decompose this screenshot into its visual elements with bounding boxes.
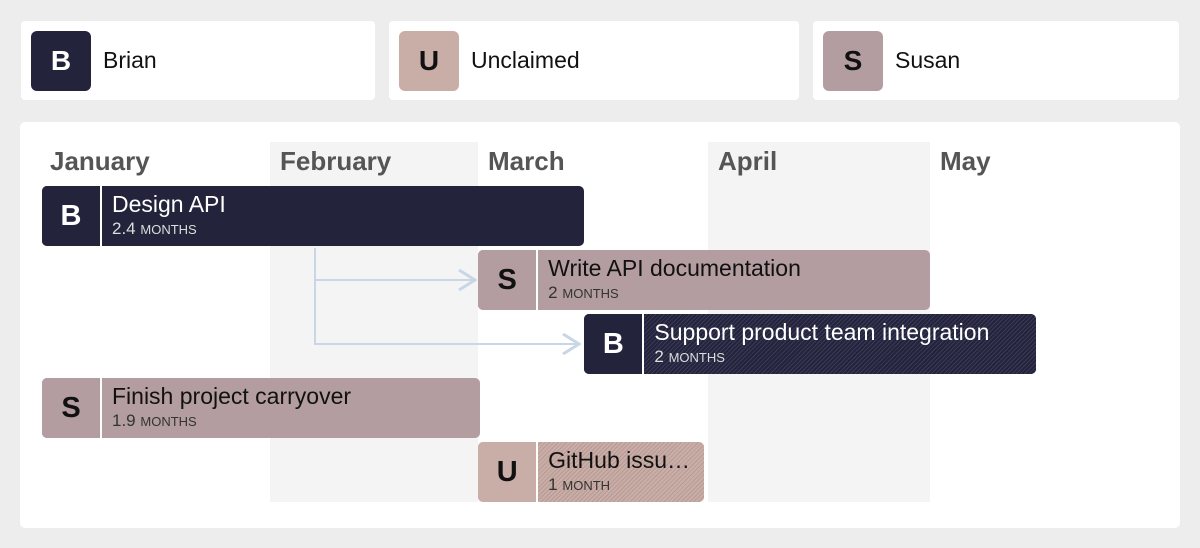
duration-value: 1.9 [112, 411, 136, 430]
legend-card-unclaimed[interactable]: U Unclaimed [389, 21, 799, 100]
legend-card-brian[interactable]: B Brian [21, 21, 375, 100]
task-body: Design API 2.4 months [102, 186, 584, 246]
task-bar-write-api-docs[interactable]: S Write API documentation 2 months [478, 250, 931, 310]
avatar-unclaimed: U [399, 30, 459, 91]
legend-name: Unclaimed [471, 47, 580, 73]
task-duration: 1 month [548, 474, 704, 497]
task-duration: 1.9 months [112, 410, 480, 433]
task-bar-support-integration[interactable]: B Support product team integration 2 month… [584, 314, 1037, 374]
month-label: February [280, 146, 392, 176]
duration-value: 2 [548, 283, 558, 302]
task-title: Finish project carryover [112, 383, 352, 409]
task-body: Support product team integration 2 months [644, 314, 1037, 374]
assignee-avatar: S [478, 250, 539, 310]
avatar-brian: B [31, 30, 91, 91]
month-label: March [488, 146, 565, 176]
duration-unit: months [562, 286, 619, 301]
task-title: Design API [112, 191, 226, 217]
task-title: GitHub issu… [548, 447, 691, 473]
task-body: Write API documentation 2 months [538, 250, 930, 310]
task-duration: 2 months [654, 346, 1036, 369]
month-label: April [718, 146, 778, 176]
month-label: January [50, 146, 150, 176]
task-bar-github-issues[interactable]: U GitHub issu… 1 month [478, 442, 705, 502]
timeline-board: January February March April May B Design… [20, 122, 1180, 528]
legend-name: Brian [103, 47, 157, 73]
legend-card-susan[interactable]: S Susan [813, 21, 1179, 100]
duration-unit: months [668, 350, 725, 365]
duration-value: 1 [548, 475, 558, 494]
assignee-avatar: S [42, 378, 102, 438]
task-body: GitHub issu… 1 month [538, 442, 705, 502]
task-title: Write API documentation [548, 255, 801, 281]
task-title: Support product team integration [654, 319, 990, 345]
task-duration: 2 months [548, 282, 930, 305]
duration-unit: months [140, 414, 197, 429]
assignee-avatar: B [42, 186, 102, 246]
assignee-avatar: B [584, 314, 645, 374]
avatar-susan: S [823, 30, 883, 91]
assignee-avatar: U [478, 442, 539, 502]
legend-name: Susan [895, 47, 961, 73]
duration-unit: months [140, 222, 197, 237]
task-body: Finish project carryover 1.9 months [102, 378, 480, 438]
month-label: May [940, 146, 991, 176]
duration-value: 2.4 [112, 219, 136, 238]
duration-unit: month [562, 478, 611, 493]
task-duration: 2.4 months [112, 218, 584, 241]
task-bar-finish-carryover[interactable]: S Finish project carryover 1.9 months [42, 378, 481, 438]
duration-value: 2 [654, 347, 664, 366]
task-bar-design-api[interactable]: B Design API 2.4 months [42, 186, 585, 246]
